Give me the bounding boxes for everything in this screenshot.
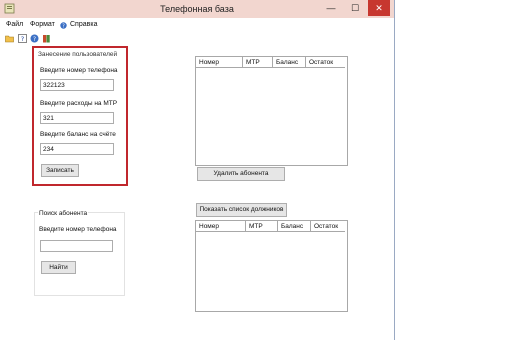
save-button[interactable]: Записать: [41, 164, 79, 177]
close-button[interactable]: ✕: [368, 0, 390, 16]
grid-col-header[interactable]: Номер: [196, 57, 243, 68]
grid-col-header[interactable]: Баланс: [273, 57, 306, 68]
balance-label: Введите баланс на счёте: [40, 131, 116, 138]
balance-input[interactable]: 234: [40, 143, 114, 155]
phone-label: Введите номер телефона: [40, 67, 118, 74]
delete-subscriber-button[interactable]: Удалить абонента: [197, 167, 285, 181]
grid-col-header[interactable]: МТР: [243, 57, 273, 68]
help-icon[interactable]: ?: [18, 34, 27, 43]
minimize-button[interactable]: —: [320, 0, 342, 16]
find-button[interactable]: Найти: [41, 261, 76, 274]
search-phone-label: Введите номер телефона: [39, 226, 117, 233]
info-icon[interactable]: ?: [30, 34, 39, 43]
search-group-title: Поиск абонента: [38, 210, 89, 217]
menu-help[interactable]: Справка: [70, 21, 97, 28]
show-debtors-button[interactable]: Показать список должников: [196, 203, 287, 217]
help-menu-icon: ?: [60, 22, 67, 29]
folder-icon[interactable]: [5, 34, 14, 43]
menu-file[interactable]: Файл: [6, 21, 23, 28]
grid-header: Номер МТР Баланс Остаток: [196, 221, 347, 232]
grid-col-header[interactable]: Баланс: [278, 221, 311, 232]
title-bar: Телефонная база — ☐ ✕: [0, 0, 394, 18]
svg-text:?: ?: [62, 23, 65, 29]
grid-col-header[interactable]: МТР: [246, 221, 278, 232]
svg-text:?: ?: [21, 35, 24, 43]
phone-input[interactable]: 322123: [40, 79, 114, 91]
maximize-button[interactable]: ☐: [344, 0, 366, 16]
book-icon[interactable]: [42, 34, 51, 43]
add-user-group-title: Занесение пользователей: [38, 51, 118, 58]
debtors-grid[interactable]: Номер МТР Баланс Остаток: [195, 220, 348, 312]
toolbar: ? ?: [0, 32, 394, 44]
add-user-panel: Занесение пользователей Введите номер те…: [32, 46, 128, 186]
grid-header: Номер МТР Баланс Остаток: [196, 57, 347, 68]
expense-input[interactable]: 321: [40, 112, 114, 124]
expense-label: Введите расходы на МТР: [40, 100, 118, 107]
menu-bar: Файл Формат ? Справка: [0, 19, 394, 31]
menu-format[interactable]: Формат: [30, 21, 55, 28]
app-window: Телефонная база — ☐ ✕ Файл Формат ? Спра…: [0, 0, 395, 340]
search-phone-input[interactable]: [40, 240, 113, 252]
grid-col-header[interactable]: Остаток: [311, 221, 345, 232]
subscribers-grid[interactable]: Номер МТР Баланс Остаток: [195, 56, 348, 166]
svg-text:?: ?: [33, 36, 36, 43]
grid-col-header[interactable]: Остаток: [306, 57, 345, 68]
grid-col-header[interactable]: Номер: [196, 221, 246, 232]
search-panel: Поиск абонента Введите номер телефона На…: [34, 210, 125, 296]
